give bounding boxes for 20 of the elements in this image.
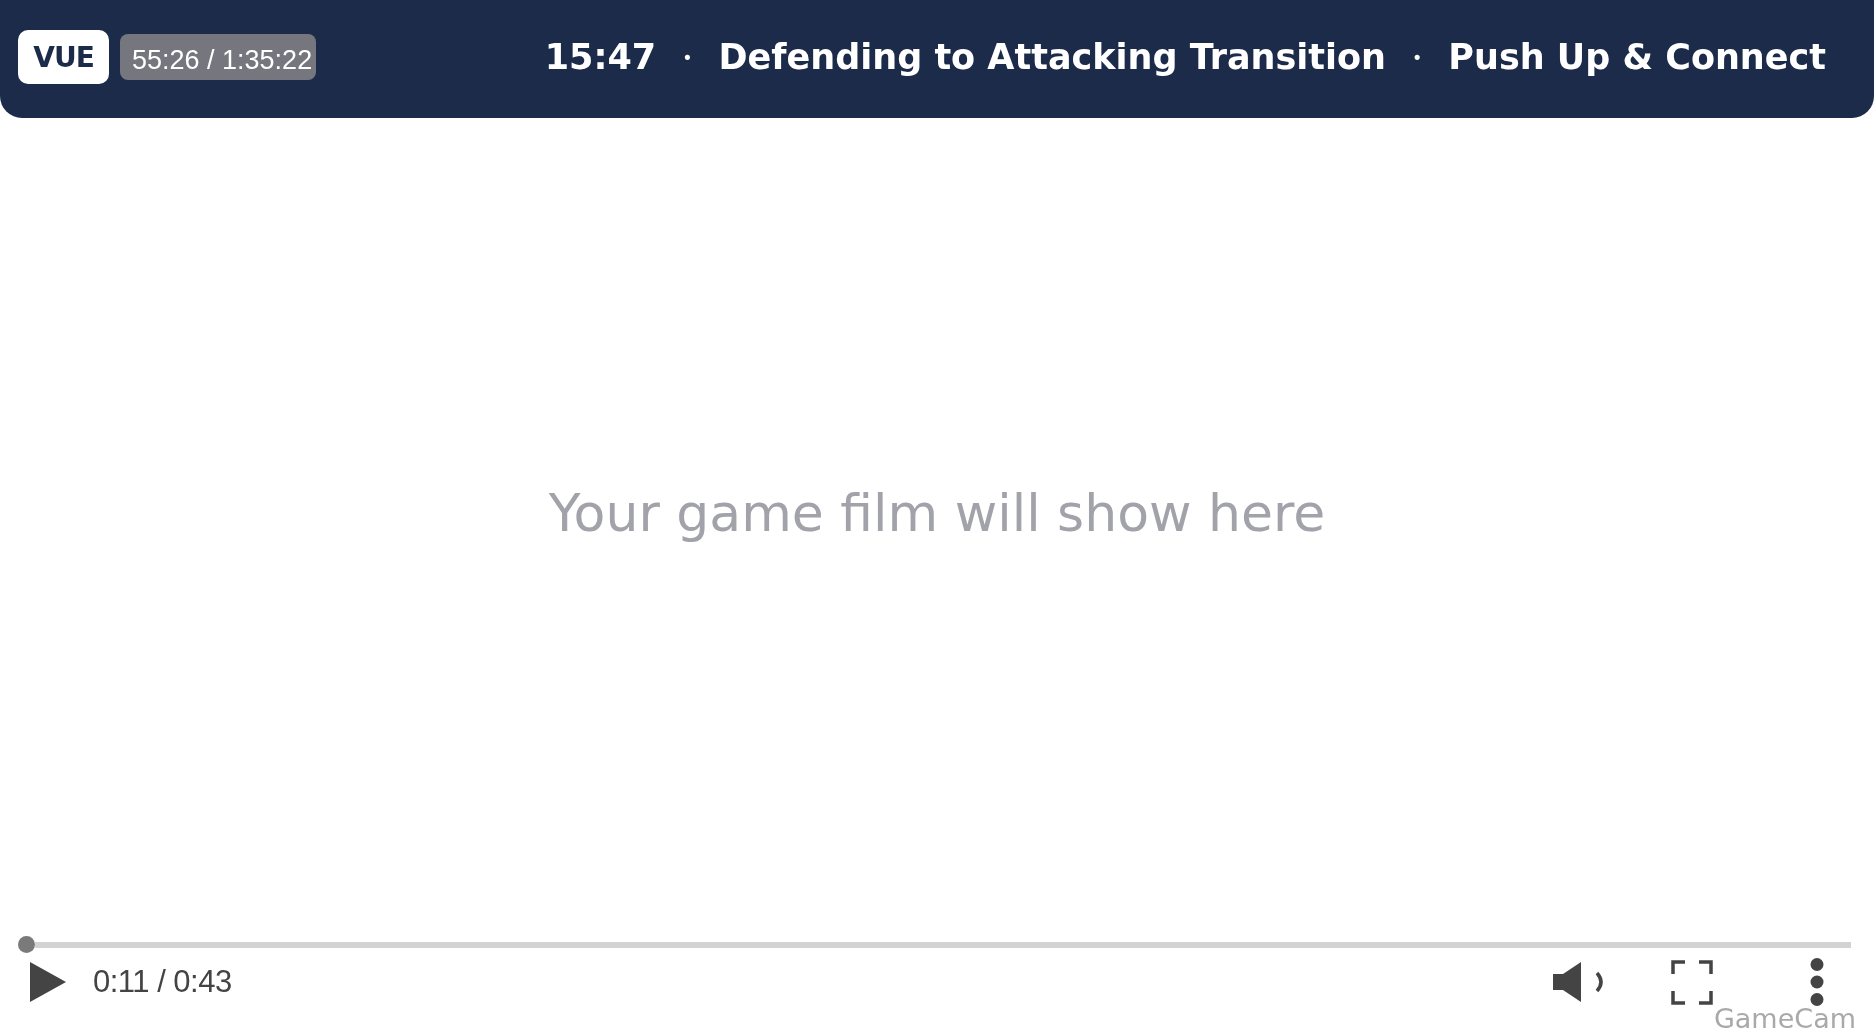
- clip-title: 15:47: [544, 37, 657, 77]
- progress-track[interactable]: [35, 941, 1851, 948]
- fullscreen-button[interactable]: [1671, 959, 1713, 1005]
- play-icon: [30, 962, 66, 1002]
- vertical-dots-icon: [1810, 958, 1824, 1006]
- timecode-badge: 55:26 / 1:35:22: [120, 34, 317, 80]
- separator-dot: •: [684, 46, 691, 68]
- separator-dot: •: [1414, 46, 1421, 68]
- volume-button[interactable]: [1553, 962, 1605, 1002]
- progress-thumb[interactable]: [18, 936, 35, 953]
- video-placeholder-message: Your game film will show here: [548, 483, 1326, 543]
- logo: VUE: [18, 30, 109, 84]
- speaker-icon: [1553, 962, 1605, 1002]
- fullscreen-icon: [1671, 959, 1713, 1005]
- playback-time: 0:11 / 0:43: [93, 964, 232, 1000]
- clip-title: Defending to Attacking Transition: [718, 37, 1387, 77]
- brand-watermark-text: GameCam: [1713, 1005, 1856, 1032]
- clip-title: Push Up & Connect: [1448, 37, 1826, 77]
- more-options-button[interactable]: [1810, 958, 1824, 1006]
- play-button[interactable]: [30, 962, 66, 1002]
